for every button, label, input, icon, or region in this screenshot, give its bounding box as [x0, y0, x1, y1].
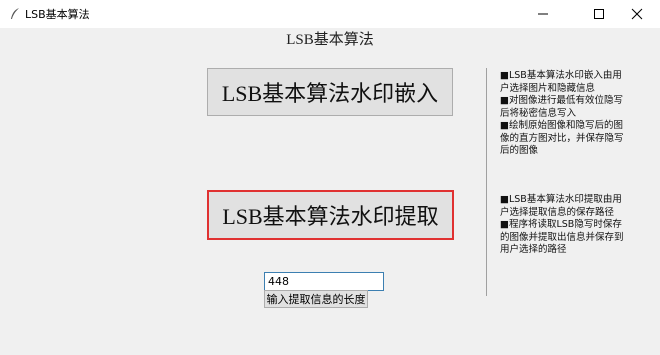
extract-watermark-button[interactable]: LSB基本算法水印提取	[207, 190, 454, 240]
window-title: LSB基本算法	[25, 8, 90, 21]
maximize-icon	[593, 5, 605, 24]
length-input[interactable]	[264, 272, 384, 291]
input-length-button[interactable]: 输入提取信息的长度	[264, 290, 368, 308]
extract-description: ■LSB基本算法水印提取由用户选择提取信息的保存路径 ■程序将读取LSB隐写时保…	[500, 194, 624, 255]
embed-description: ■LSB基本算法水印嵌入由用户选择图片和隐藏信息 ■对图像进行最低有效位隐写后将…	[500, 70, 624, 156]
vertical-separator	[486, 68, 487, 296]
feather-icon	[8, 6, 22, 20]
minimize-icon	[537, 5, 549, 24]
embed-watermark-button[interactable]: LSB基本算法水印嵌入	[207, 68, 453, 116]
page-title: LSB基本算法	[286, 32, 374, 48]
minimize-button[interactable]	[520, 0, 566, 28]
title-bar: LSB基本算法	[0, 0, 660, 28]
close-button[interactable]	[614, 0, 660, 28]
close-icon	[631, 5, 643, 24]
